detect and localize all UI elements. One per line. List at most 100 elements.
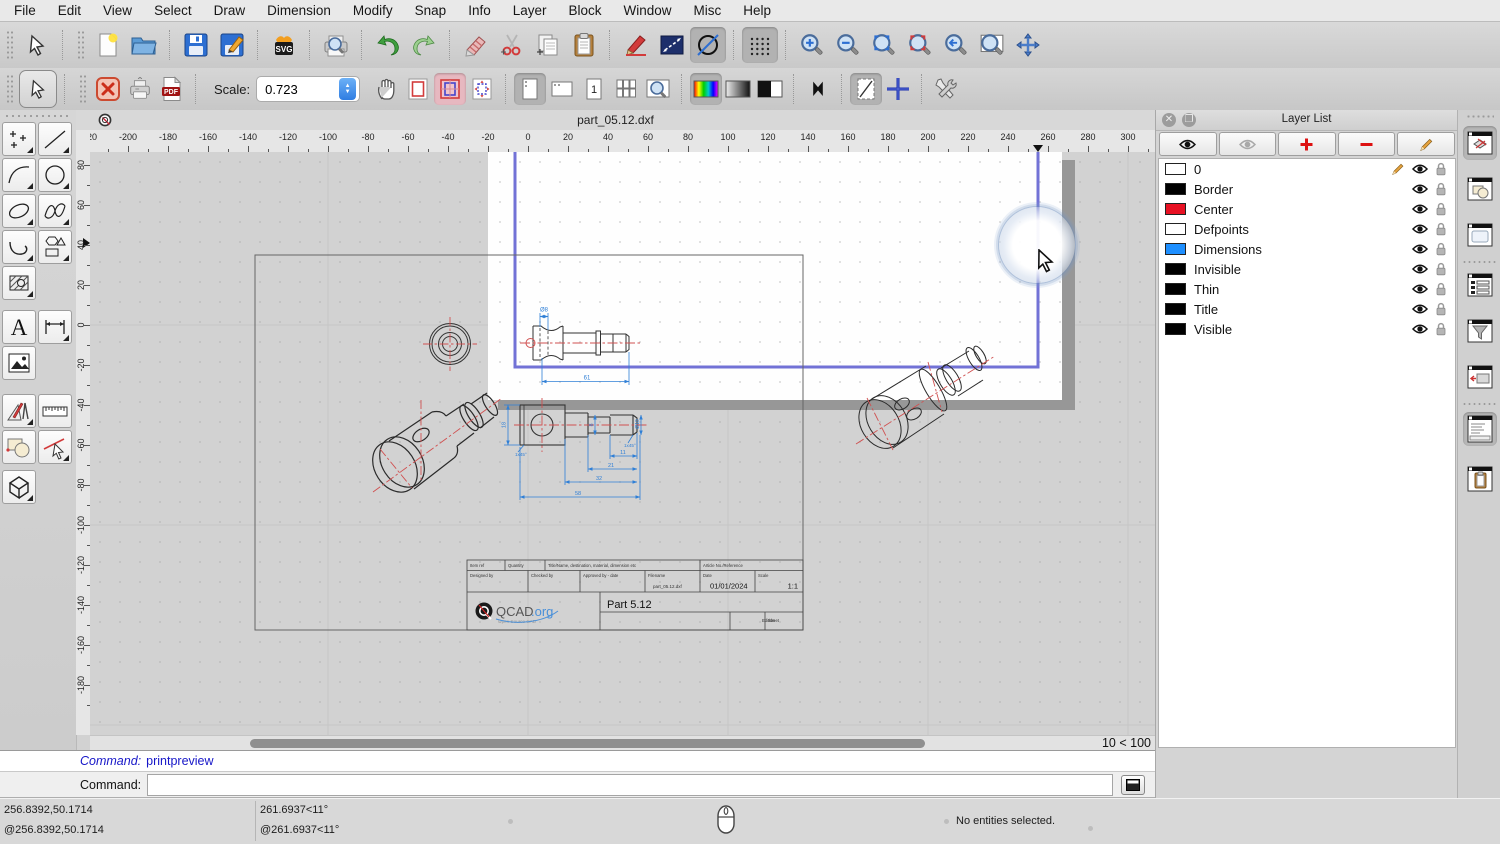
save-button[interactable] bbox=[178, 27, 214, 63]
horizontal-scrollbar[interactable]: 10 < 100 bbox=[90, 735, 1155, 751]
modify-tools-button[interactable] bbox=[2, 394, 36, 428]
dock-library-browser-button[interactable] bbox=[1463, 218, 1497, 252]
hide-all-layers-button[interactable] bbox=[1218, 132, 1277, 156]
command-input[interactable] bbox=[147, 773, 1114, 796]
add-layer-button[interactable] bbox=[1278, 132, 1336, 156]
menu-select[interactable]: Select bbox=[154, 3, 192, 18]
layer-visibility-icon[interactable] bbox=[1412, 303, 1428, 315]
print-preview-button[interactable] bbox=[318, 27, 354, 63]
selection-tools-button[interactable] bbox=[38, 430, 72, 464]
ellipse-tools-button[interactable] bbox=[2, 194, 36, 228]
layer-lock-icon[interactable] bbox=[1435, 302, 1447, 316]
menu-layer[interactable]: Layer bbox=[513, 3, 547, 18]
circle-tools-button[interactable] bbox=[38, 158, 72, 192]
layer-color-swatch[interactable] bbox=[1165, 183, 1186, 195]
zoom-window-button[interactable] bbox=[974, 27, 1010, 63]
show-paper-borders-button[interactable] bbox=[402, 73, 434, 105]
layer-color-swatch[interactable] bbox=[1165, 203, 1186, 215]
layer-lock-icon[interactable] bbox=[1435, 202, 1447, 216]
layer-visibility-icon[interactable] bbox=[1412, 223, 1428, 235]
polyline-tools-button[interactable] bbox=[2, 230, 36, 264]
command-options-button[interactable] bbox=[1121, 774, 1146, 795]
dock-command-line-button[interactable] bbox=[1463, 412, 1497, 446]
menu-modify[interactable]: Modify bbox=[353, 3, 393, 18]
line-tools-button[interactable] bbox=[38, 122, 72, 156]
layer-lock-icon[interactable] bbox=[1435, 282, 1447, 296]
scrollbar-thumb[interactable] bbox=[250, 739, 925, 748]
menu-snap[interactable]: Snap bbox=[415, 3, 447, 18]
settings-tools-button[interactable] bbox=[930, 73, 962, 105]
full-color-button[interactable] bbox=[690, 73, 723, 105]
layer-row-title[interactable]: Title bbox=[1159, 299, 1455, 319]
dimension-tools-button[interactable] bbox=[38, 310, 72, 344]
crosshair-button[interactable] bbox=[882, 73, 914, 105]
dock-selection-filter-button[interactable] bbox=[1463, 314, 1497, 348]
grid-toggle-button[interactable] bbox=[742, 27, 778, 63]
layer-color-swatch[interactable] bbox=[1165, 223, 1186, 235]
palette-drag-handle[interactable] bbox=[4, 113, 70, 119]
hairline-mode-button[interactable] bbox=[802, 73, 834, 105]
restrict-angle-button[interactable] bbox=[690, 27, 726, 63]
dock-reference-manager-button[interactable] bbox=[1463, 360, 1497, 394]
menu-block[interactable]: Block bbox=[569, 3, 602, 18]
layer-visibility-icon[interactable] bbox=[1412, 263, 1428, 275]
solid-tools-button[interactable] bbox=[2, 470, 36, 504]
measure-tools-button[interactable] bbox=[38, 394, 72, 428]
layer-color-swatch[interactable] bbox=[1165, 263, 1186, 275]
page-diagonal-button[interactable] bbox=[850, 73, 883, 105]
svg-export-button[interactable]: SVG bbox=[266, 27, 302, 63]
scale-input[interactable] bbox=[257, 80, 340, 98]
zoom-out-button[interactable] bbox=[830, 27, 866, 63]
auto-zoom-button[interactable] bbox=[866, 27, 902, 63]
dock-property-editor-button[interactable] bbox=[1463, 268, 1497, 302]
layer-lock-icon[interactable] bbox=[1435, 262, 1447, 276]
copy-button[interactable] bbox=[530, 27, 566, 63]
pan-paper-button[interactable] bbox=[370, 73, 402, 105]
dock-clipboard-button[interactable] bbox=[1463, 462, 1497, 496]
drawing-canvas[interactable]: Ø8 61 18 8 Ø10 1x45° 1x45° 11 21 32 58 I… bbox=[90, 146, 1155, 735]
print-button[interactable] bbox=[124, 73, 156, 105]
menu-window[interactable]: Window bbox=[624, 3, 672, 18]
preview-pointer-button[interactable] bbox=[19, 70, 57, 108]
remove-layer-button[interactable] bbox=[1337, 132, 1396, 156]
layer-row-thin[interactable]: Thin bbox=[1159, 279, 1455, 299]
layer-row-dimensions[interactable]: Dimensions bbox=[1159, 239, 1455, 259]
menu-dimension[interactable]: Dimension bbox=[267, 3, 331, 18]
multiple-pages-button[interactable] bbox=[610, 73, 642, 105]
layer-lock-icon[interactable] bbox=[1435, 322, 1447, 336]
undo-button[interactable] bbox=[370, 27, 406, 63]
block-tools-button[interactable] bbox=[2, 430, 36, 464]
shape-tools-button[interactable] bbox=[38, 230, 72, 264]
zoom-previous-button[interactable] bbox=[938, 27, 974, 63]
dock-block-list-button[interactable] bbox=[1463, 172, 1497, 206]
black-white-button[interactable] bbox=[754, 73, 786, 105]
layer-color-swatch[interactable] bbox=[1165, 323, 1186, 335]
layer-color-swatch[interactable] bbox=[1165, 303, 1186, 315]
dock-layer-list-button[interactable] bbox=[1463, 126, 1497, 160]
pan-button[interactable] bbox=[1010, 27, 1046, 63]
erase-button[interactable] bbox=[458, 27, 494, 63]
layer-visibility-icon[interactable] bbox=[1412, 183, 1428, 195]
single-page-button[interactable]: 1 bbox=[578, 73, 610, 105]
layer-color-swatch[interactable] bbox=[1165, 243, 1186, 255]
layer-lock-icon[interactable] bbox=[1435, 242, 1447, 256]
menu-misc[interactable]: Misc bbox=[694, 3, 722, 18]
layer-visibility-icon[interactable] bbox=[1412, 163, 1428, 175]
zoom-to-page-button[interactable] bbox=[642, 73, 674, 105]
layer-lock-icon[interactable] bbox=[1435, 222, 1447, 236]
document-tab-title[interactable]: part_05.12.dxf bbox=[76, 113, 1155, 127]
menu-edit[interactable]: Edit bbox=[58, 3, 81, 18]
layer-visibility-icon[interactable] bbox=[1412, 283, 1428, 295]
edit-layer-button[interactable] bbox=[1397, 132, 1455, 156]
select-pointer-button[interactable] bbox=[19, 27, 55, 63]
point-tools-button[interactable] bbox=[2, 122, 36, 156]
layer-color-swatch[interactable] bbox=[1165, 163, 1186, 175]
distance-tool-button[interactable] bbox=[654, 27, 690, 63]
layer-visibility-icon[interactable] bbox=[1412, 323, 1428, 335]
layer-lock-icon[interactable] bbox=[1435, 182, 1447, 196]
menu-draw[interactable]: Draw bbox=[214, 3, 246, 18]
layer-row-border[interactable]: Border bbox=[1159, 179, 1455, 199]
landscape-button[interactable] bbox=[546, 73, 578, 105]
grayscale-button[interactable] bbox=[722, 73, 754, 105]
layer-visibility-icon[interactable] bbox=[1412, 243, 1428, 255]
